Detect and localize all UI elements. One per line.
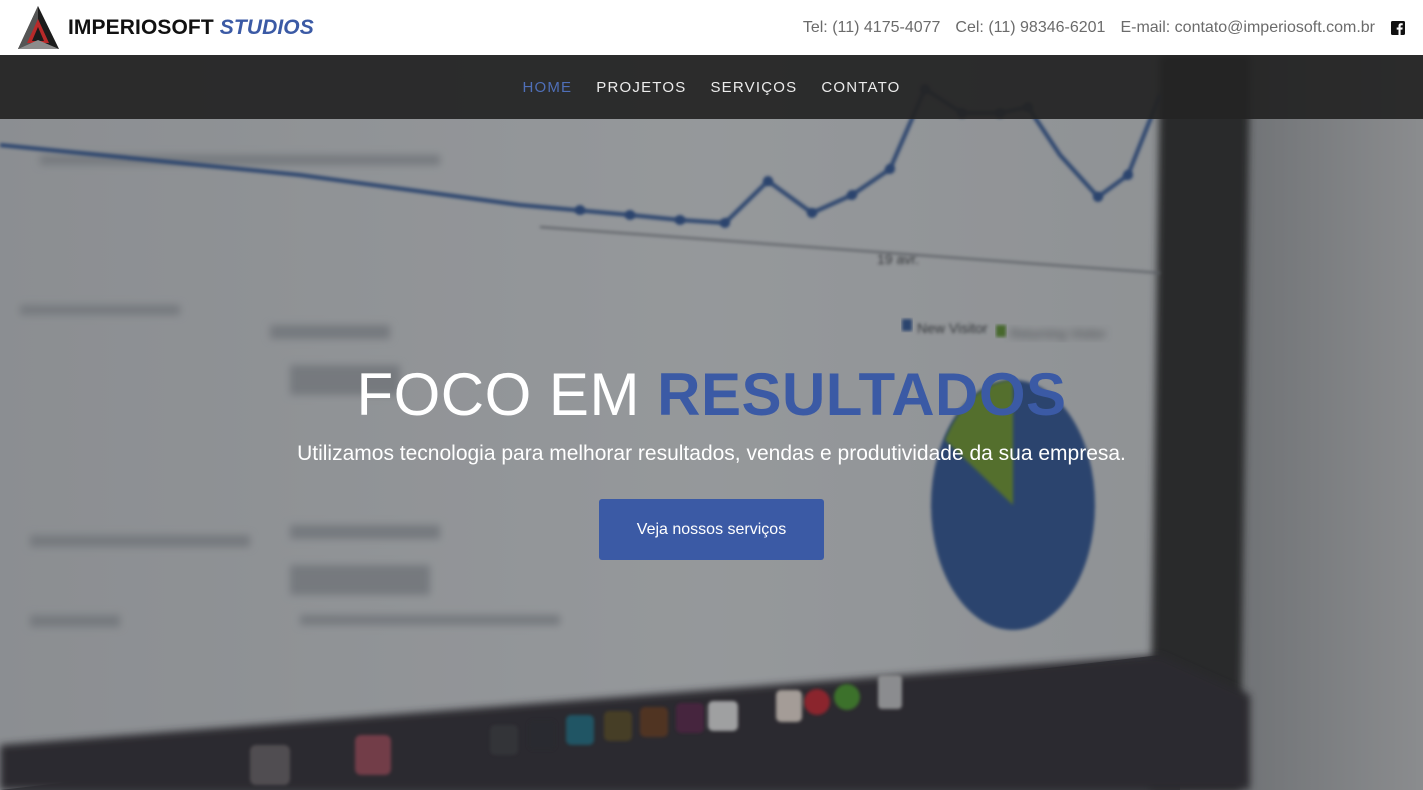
- phone-number: Tel: (11) 4175-4077: [802, 18, 941, 36]
- brand-name-accent: STUDIOS: [219, 15, 314, 39]
- services-cta-button[interactable]: Veja nossos serviços: [599, 499, 824, 560]
- brand[interactable]: IMPERIOSOFT STUDIOS: [16, 5, 314, 50]
- cell-number: Cel: (11) 98346-6201: [955, 18, 1106, 36]
- hero-subtitle: Utilizamos tecnologia para melhorar resu…: [297, 442, 1126, 465]
- nav-servicos[interactable]: SERVIÇOS: [710, 79, 797, 96]
- nav-home[interactable]: HOME: [522, 79, 572, 96]
- hero-title-plain: FOCO EM: [356, 361, 640, 428]
- hero-section: 19 avr. New Visitor Returning Visitor HO…: [0, 55, 1423, 790]
- main-navbar: HOME PROJETOS SERVIÇOS CONTATO: [0, 55, 1423, 119]
- email-address[interactable]: E-mail: contato@imperiosoft.com.br: [1120, 19, 1375, 37]
- triangle-logo-icon: [18, 6, 59, 49]
- nav-projetos[interactable]: PROJETOS: [596, 79, 686, 96]
- hero-content: FOCO EM RESULTADOS Utilizamos tecnologia…: [0, 355, 1423, 560]
- facebook-icon[interactable]: [1391, 20, 1405, 35]
- brand-name-main: IMPERIOSOFT: [68, 15, 214, 39]
- top-header: IMPERIOSOFT STUDIOS Tel: (11) 4175-4077 C…: [0, 0, 1423, 55]
- contact-info: Tel: (11) 4175-4077 Cel: (11) 98346-6201…: [788, 19, 1405, 37]
- nav-contato[interactable]: CONTATO: [821, 79, 900, 96]
- hero-title-accent: RESULTADOS: [657, 361, 1067, 428]
- hero-title: FOCO EM RESULTADOS: [0, 355, 1423, 435]
- brand-name: IMPERIOSOFT STUDIOS: [68, 16, 314, 40]
